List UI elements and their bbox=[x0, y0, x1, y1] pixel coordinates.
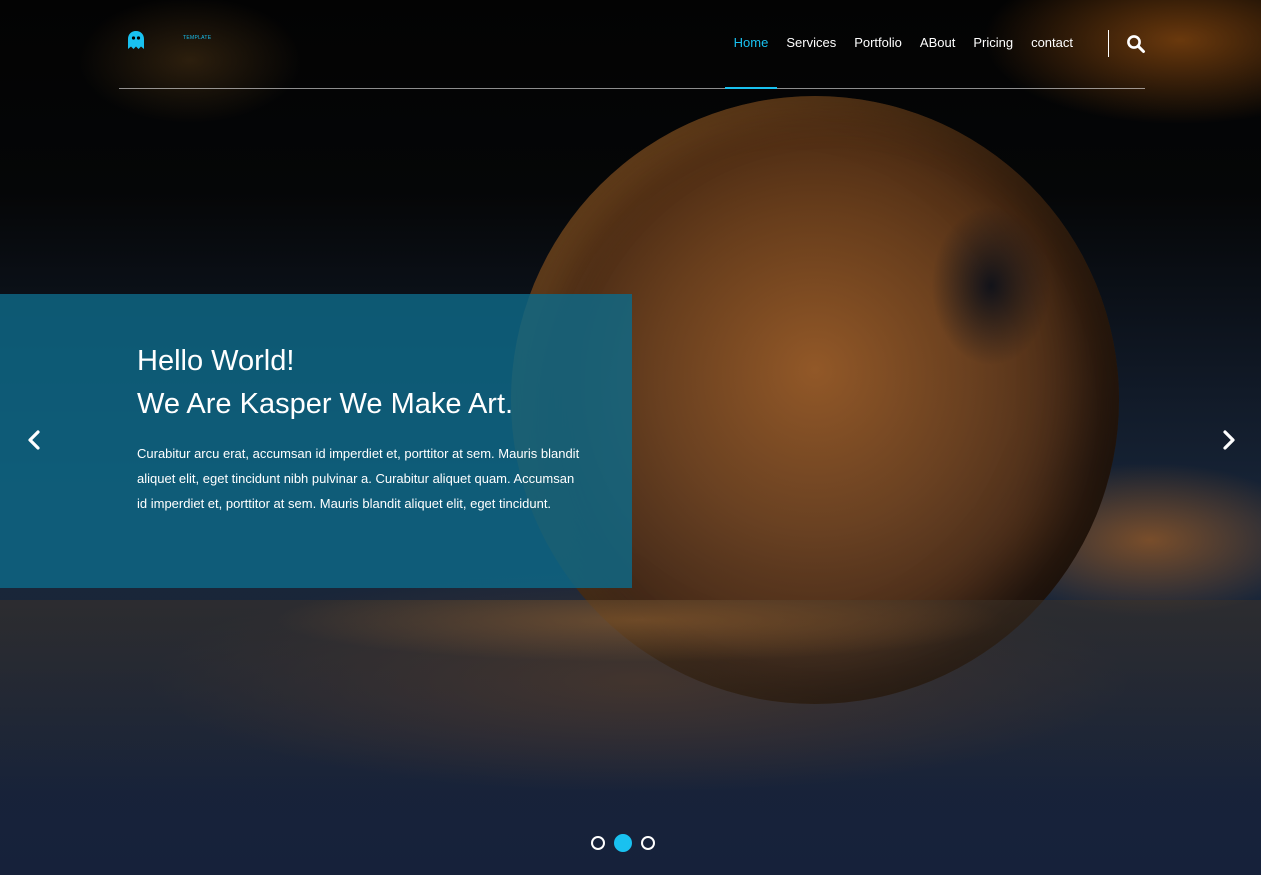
hero-title-line1: Hello World! bbox=[137, 345, 295, 377]
chevron-left-icon[interactable] bbox=[23, 428, 45, 452]
nav-item-portfolio[interactable]: Portfolio bbox=[854, 0, 902, 88]
hero-description: Curabitur arcu erat, accumsan id imperdi… bbox=[137, 446, 580, 511]
hero-title: Hello World! We Are Kasper We Make Art. bbox=[137, 340, 513, 426]
site-header: TEMPLATE Home Services Portfolio ABout P… bbox=[119, 0, 1145, 89]
nav-divider bbox=[1108, 30, 1109, 57]
hero-image-frost bbox=[0, 600, 1261, 875]
main-nav: Home Services Portfolio ABout Pricing co… bbox=[716, 0, 1073, 89]
nav-item-contact[interactable]: contact bbox=[1031, 0, 1073, 88]
nav-item-pricing[interactable]: Pricing bbox=[973, 0, 1013, 88]
logo-text: TEMPLATE bbox=[183, 35, 212, 41]
search-icon[interactable] bbox=[1126, 34, 1146, 54]
slider-dot-3[interactable] bbox=[641, 836, 655, 850]
slider-dots bbox=[591, 834, 664, 852]
nav-item-about[interactable]: ABout bbox=[920, 0, 955, 88]
slider-dot-2[interactable] bbox=[614, 834, 632, 852]
ghost-logo-icon bbox=[128, 31, 144, 49]
slider-dot-1[interactable] bbox=[591, 836, 605, 850]
hero-title-line2: We Are Kasper We Make Art. bbox=[137, 388, 514, 420]
chevron-right-icon[interactable] bbox=[1218, 428, 1240, 452]
logo[interactable]: TEMPLATE bbox=[127, 30, 211, 50]
nav-item-home[interactable]: Home bbox=[724, 0, 777, 89]
nav-item-services[interactable]: Services bbox=[786, 0, 836, 88]
